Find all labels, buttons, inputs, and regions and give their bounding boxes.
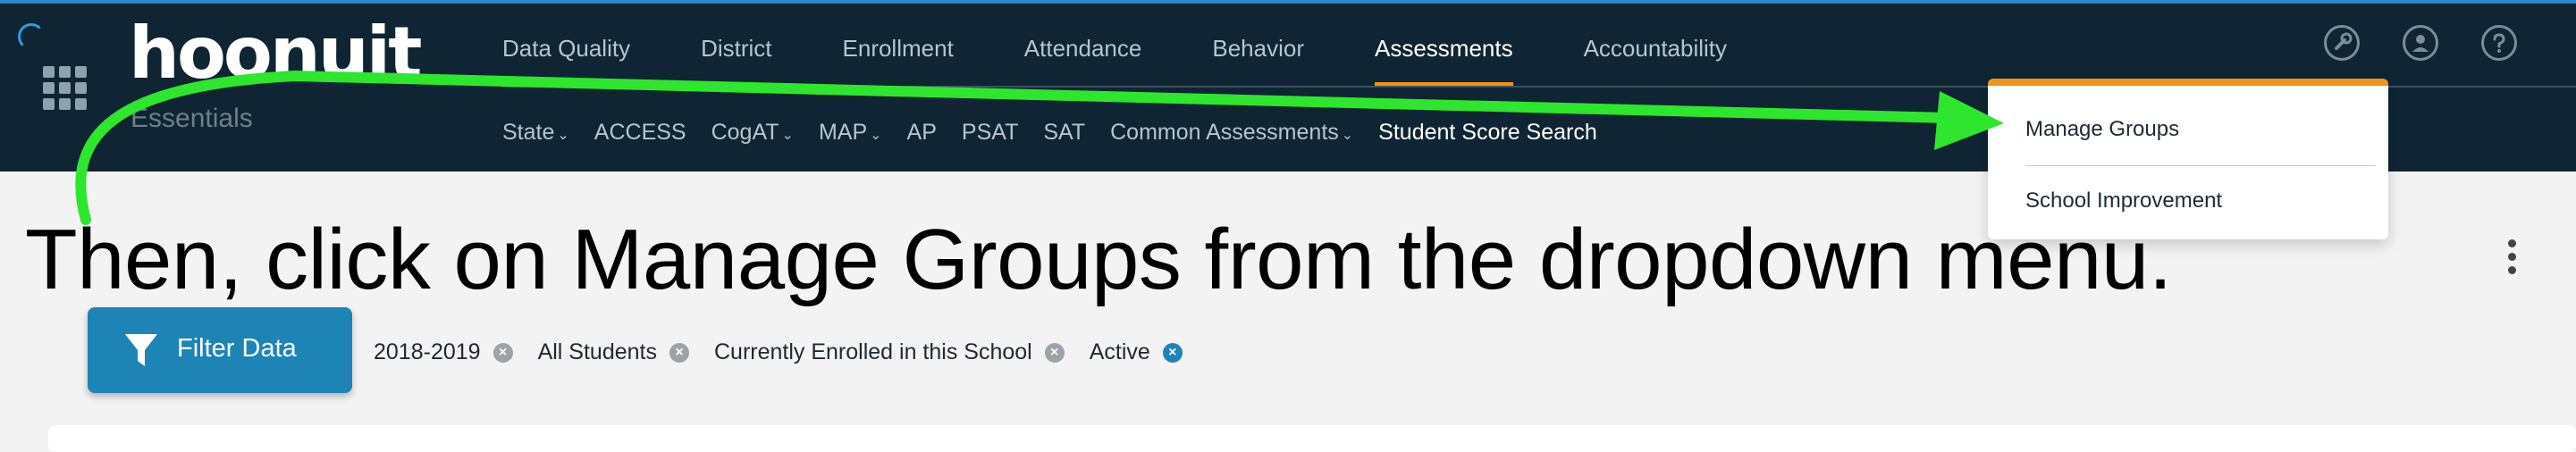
nav-attendance[interactable]: Attendance [1024,32,1142,86]
filter-chip-school-year: 2018-2019 × [374,339,513,365]
secondary-nav: State ⌄ ACCESS CogAT ⌄ MAP ⌄ AP PSAT SAT Co… [502,120,1622,146]
remove-filter-icon[interactable]: × [669,342,689,363]
subnav-cogat[interactable]: CogAT ⌄ [711,120,794,146]
tools-icon[interactable] [2324,25,2360,61]
chevron-down-icon: ⌄ [557,128,569,143]
primary-nav: Data Quality District Enrollment Attenda… [502,32,1797,88]
subnav-state[interactable]: State ⌄ [502,120,569,146]
chevron-down-icon: ⌄ [870,128,882,143]
remove-filter-icon[interactable]: × [1044,342,1065,363]
nav-accountability[interactable]: Accountability [1584,32,1727,86]
filter-data-label: Filter Data [177,334,297,363]
more-options-icon[interactable] [2508,239,2517,275]
subnav-map[interactable]: MAP ⌄ [819,120,882,146]
instruction-caption: Then, click on Manage Groups from the dr… [25,212,2172,307]
menu-item-school-improvement[interactable]: School Improvement [2025,188,2222,213]
remove-filter-icon[interactable]: × [1162,342,1183,363]
user-icon[interactable] [2403,25,2438,61]
subnav-student-score-search[interactable]: Student Score Search [1378,120,1597,146]
subnav-psat[interactable]: PSAT [962,120,1018,146]
menu-divider [2025,165,2376,166]
loading-spinner-icon [18,23,45,50]
content-card [48,425,2576,452]
filter-chips: 2018-2019 × All Students × Currently Enr… [374,339,1208,365]
filter-chip-student-group: All Students × [538,339,689,365]
chevron-down-icon: ⌄ [1341,128,1354,143]
nav-data-quality[interactable]: Data Quality [502,32,630,86]
subnav-ap[interactable]: AP [907,120,937,146]
hoonuit-logo[interactable]: hoonuit [129,18,422,89]
nav-district[interactable]: District [701,32,771,86]
filter-chip-enrollment: Currently Enrolled in this School × [714,339,1065,365]
funnel-icon [125,334,157,366]
app-grid-icon[interactable] [43,66,88,111]
nav-enrollment[interactable]: Enrollment [843,32,954,86]
logo-subtitle: Essentials [130,104,253,133]
subnav-access[interactable]: ACCESS [594,120,686,146]
help-icon[interactable] [2481,25,2517,61]
nav-behavior[interactable]: Behavior [1212,32,1304,86]
chevron-down-icon: ⌄ [781,128,794,143]
filter-data-button[interactable]: Filter Data [88,307,352,393]
remove-filter-icon[interactable]: × [492,342,513,363]
filter-chip-status: Active × [1090,339,1183,365]
nav-assessments[interactable]: Assessments [1374,32,1513,88]
subnav-sat[interactable]: SAT [1043,120,1085,146]
subnav-common-assessments[interactable]: Common Assessments ⌄ [1110,120,1353,146]
menu-item-manage-groups[interactable]: Manage Groups [2025,117,2179,142]
